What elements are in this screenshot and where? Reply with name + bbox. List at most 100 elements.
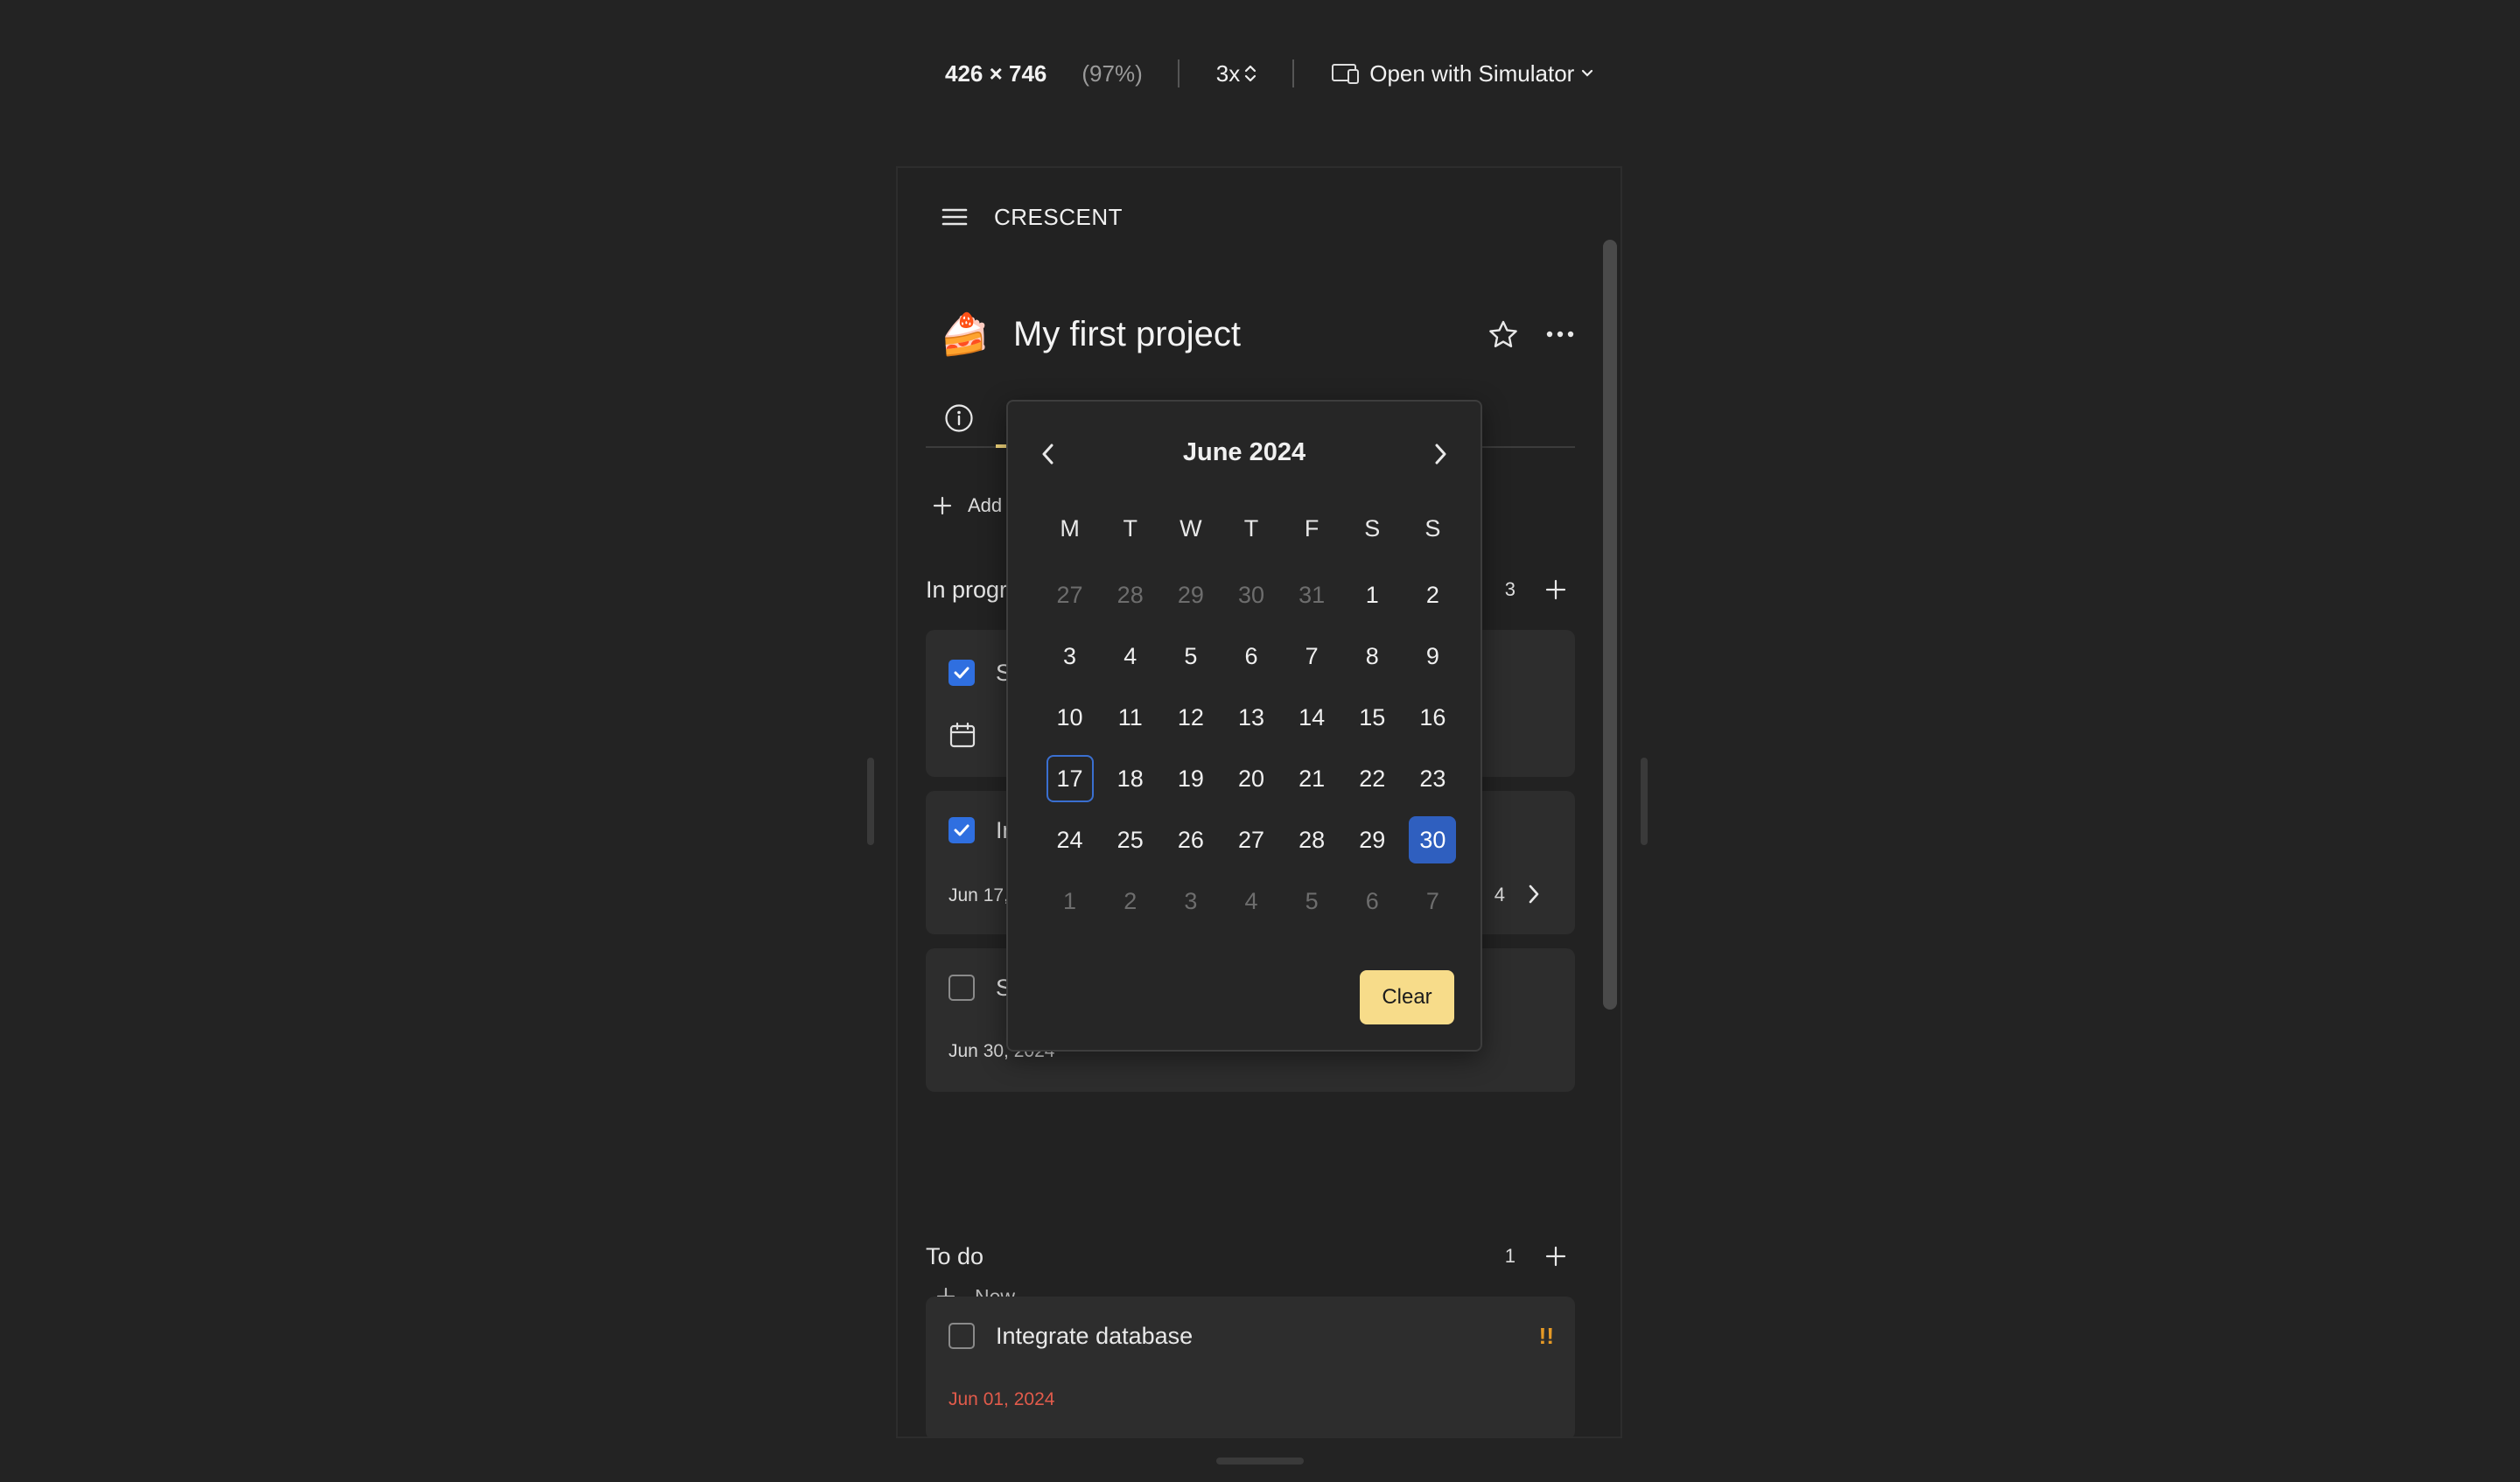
checkmark-icon	[954, 667, 970, 679]
menu-icon[interactable]	[942, 206, 968, 227]
app-title: CRESCENT	[994, 203, 1124, 230]
calendar-day[interactable]: 4	[1100, 626, 1160, 687]
section-to-do-header: To do 1	[926, 1239, 1575, 1274]
resize-handle-right[interactable]	[1641, 758, 1648, 845]
scale-label: 3x	[1215, 59, 1241, 87]
calendar-day[interactable]: 6	[1221, 626, 1281, 687]
calendar-day[interactable]: 24	[1040, 809, 1100, 870]
calendar-day-selected[interactable]: 30	[1403, 809, 1463, 870]
calendar-day[interactable]: 16	[1403, 687, 1463, 748]
more-horizontal-icon[interactable]	[1545, 330, 1575, 339]
calendar-day-number: 19	[1177, 765, 1204, 792]
calendar-day[interactable]: 6	[1342, 870, 1403, 932]
info-icon[interactable]	[943, 402, 975, 434]
calendar-day[interactable]: 11	[1100, 687, 1160, 748]
calendar-day[interactable]: 7	[1403, 870, 1463, 932]
star-icon[interactable]	[1488, 319, 1519, 349]
calendar-day[interactable]: 4	[1221, 870, 1281, 932]
calendar-day[interactable]: 27	[1221, 809, 1281, 870]
calendar-day[interactable]: 5	[1160, 626, 1221, 687]
calendar-day-number: 15	[1359, 703, 1386, 731]
calendar-day[interactable]: 5	[1282, 870, 1342, 932]
project-header: 🍰 My first project	[940, 306, 1587, 362]
calendar-day-number: 8	[1365, 642, 1379, 669]
plus-icon[interactable]	[1545, 1246, 1566, 1267]
calendar-day[interactable]: 1	[1342, 564, 1403, 626]
calendar-day[interactable]: 1	[1040, 870, 1100, 932]
weekday-label: F	[1304, 515, 1320, 542]
calendar-day-number: 7	[1425, 887, 1439, 914]
calendar-icon[interactable]	[948, 721, 976, 749]
calendar-day[interactable]: 14	[1282, 687, 1342, 748]
calendar-day[interactable]: 22	[1342, 748, 1403, 809]
resize-handle-left[interactable]	[867, 758, 874, 845]
calendar-day[interactable]: 12	[1160, 687, 1221, 748]
calendar-day-number: 30	[1237, 581, 1264, 608]
calendar-day-grid: 27 28 29 30 31 1 2 3 4 5 6 7 8 9 10 11 12 13 14 15 16 17 18 19 2…	[1040, 564, 1463, 932]
calendar-day[interactable]: 13	[1221, 687, 1281, 748]
resize-handle-bottom[interactable]	[1216, 1458, 1304, 1465]
preview-toolbar: 426 × 746 (97%) 3x Open with Simulator	[945, 56, 1602, 91]
calendar-day[interactable]: 28	[1100, 564, 1160, 626]
task-checkbox[interactable]	[948, 975, 975, 1001]
calendar-day[interactable]: 29	[1160, 564, 1221, 626]
calendar-day[interactable]: 7	[1282, 626, 1342, 687]
calendar-day[interactable]: 31	[1282, 564, 1342, 626]
calendar-day[interactable]: 27	[1040, 564, 1100, 626]
calendar-day[interactable]: 19	[1160, 748, 1221, 809]
project-title: My first project	[1013, 314, 1242, 353]
calendar-day-number: 4	[1244, 887, 1258, 914]
calendar-day-today[interactable]: 17	[1040, 748, 1100, 809]
task-card[interactable]: Integrate database !! Jun 01, 2024	[926, 1297, 1575, 1437]
calendar-day[interactable]: 10	[1040, 687, 1100, 748]
calendar-day-number: 20	[1237, 765, 1264, 792]
calendar-day[interactable]: 3	[1040, 626, 1100, 687]
calendar-day-number: 1	[1365, 581, 1379, 608]
project-emoji[interactable]: 🍰	[940, 311, 990, 359]
calendar-day-number: 2	[1124, 887, 1138, 914]
calendar-day[interactable]: 20	[1221, 748, 1281, 809]
clear-date-button[interactable]: Clear	[1360, 970, 1454, 1024]
calendar-day[interactable]: 26	[1160, 809, 1221, 870]
weekday-label: S	[1364, 515, 1381, 542]
calendar-day-number: 1	[1063, 887, 1077, 914]
calendar-day[interactable]: 29	[1342, 809, 1403, 870]
calendar-day-number: 29	[1177, 581, 1204, 608]
weekday-header: M T W T F S S	[1040, 515, 1463, 550]
scrollbar-thumb[interactable]	[1603, 240, 1617, 1010]
scale-selector[interactable]: 3x	[1216, 60, 1257, 87]
calendar-day[interactable]: 3	[1160, 870, 1221, 932]
task-date: Jun 01, 2024	[948, 1389, 1055, 1409]
task-checkbox[interactable]	[948, 1323, 975, 1349]
calendar-day[interactable]: 25	[1100, 809, 1160, 870]
open-with-simulator-button[interactable]: Open with Simulator	[1331, 60, 1602, 87]
subtask-count: 4	[1494, 884, 1505, 905]
calendar-day[interactable]: 30	[1221, 564, 1281, 626]
section-count: 3	[1504, 578, 1516, 600]
calendar-day[interactable]: 18	[1100, 748, 1160, 809]
calendar-day[interactable]: 21	[1282, 748, 1342, 809]
calendar-day[interactable]: 23	[1403, 748, 1463, 809]
calendar-day[interactable]: 8	[1342, 626, 1403, 687]
calendar-day-number: 6	[1365, 887, 1379, 914]
add-button[interactable]: Add	[933, 490, 1002, 521]
chevron-right-icon[interactable]	[1526, 882, 1542, 906]
calendar-day[interactable]: 15	[1342, 687, 1403, 748]
toolbar-divider	[1292, 59, 1295, 87]
calendar-day-number: 4	[1124, 642, 1138, 669]
chevron-right-icon[interactable]	[1432, 440, 1449, 468]
task-checkbox[interactable]	[948, 660, 975, 686]
plus-icon[interactable]	[1545, 579, 1566, 600]
calendar-day[interactable]: 2	[1403, 564, 1463, 626]
calendar-day-number: 9	[1425, 642, 1439, 669]
month-label: June 2024	[1182, 438, 1306, 466]
calendar-day-number: 26	[1177, 826, 1204, 853]
calendar-day[interactable]: 9	[1403, 626, 1463, 687]
calendar-day-number: 11	[1117, 703, 1143, 731]
calendar-day[interactable]: 28	[1282, 809, 1342, 870]
task-checkbox[interactable]	[948, 817, 975, 843]
calendar-day-number: 28	[1298, 826, 1326, 853]
calendar-day-number: 27	[1056, 581, 1083, 608]
section-count: 1	[1504, 1245, 1516, 1267]
calendar-day[interactable]: 2	[1100, 870, 1160, 932]
